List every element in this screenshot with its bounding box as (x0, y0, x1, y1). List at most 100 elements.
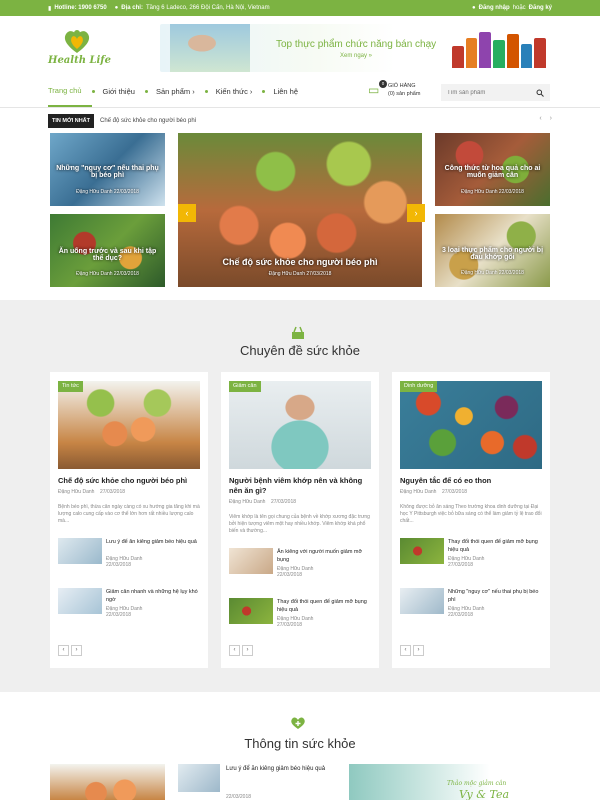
related-thumb (400, 588, 444, 614)
nav-separator (262, 90, 266, 93)
nav-separator (204, 90, 208, 93)
related-thumb (229, 598, 273, 624)
tile-left-bottom[interactable]: Ăn uống trước và sau khi tập thể dục? Đặ… (50, 214, 165, 287)
nav-contact[interactable]: Liên hệ (273, 76, 308, 107)
card-meta: Đặng Hữu Danh 27/03/2018 (400, 489, 468, 495)
nav-products[interactable]: Sản phẩm › (156, 76, 205, 107)
logo-text: Health Life (48, 55, 111, 66)
related-item[interactable]: Lưu ý để ăn kiêng giảm béo hiệu quả Đặng… (58, 538, 202, 568)
phone-icon: ▮ (48, 5, 52, 12)
related-title: Những "nguy cơ" nếu thai phụ bị béo phì (448, 589, 539, 603)
tile-right-top[interactable]: Công thức từ hoa quả cho ai muốn giảm câ… (435, 133, 550, 206)
category-badge[interactable]: Giảm cân (229, 381, 261, 392)
banner-image (170, 24, 250, 72)
tile-meta: Đặng Hữu Danh 22/03/2018 (461, 270, 524, 276)
related-meta: Đặng Hữu Danh 27/03/2018 (448, 556, 485, 568)
address: ● Địa chỉ: Tầng 6 Ladeco, 266 Đội Cấn, Hà … (114, 5, 270, 11)
slider-prev-icon[interactable]: ‹ (178, 204, 196, 222)
tile-right-bottom[interactable]: 3 loại thực phẩm cho người bị đau khớp g… (435, 214, 550, 287)
related-thumb (58, 538, 102, 564)
ad-text-1: Thảo mộc giảm cân (447, 780, 507, 787)
ticker-next-icon[interactable]: › (550, 115, 552, 122)
tile-title: Ăn uống trước và sau khi tập thể dục? (58, 248, 157, 262)
related-item[interactable]: Ăn kiêng với người muốn giảm mỡ bụng Đặn… (229, 548, 373, 578)
card-prev-icon[interactable]: ‹ (400, 645, 411, 656)
search-icon[interactable] (536, 89, 544, 97)
register-link[interactable]: Đăng ký (529, 5, 552, 11)
promo-banner[interactable]: Top thực phẩm chức năng bán chạy Xem nga… (160, 24, 552, 72)
tile-meta: Đặng Hữu Danh 22/03/2018 (461, 189, 524, 195)
topic-card: Dinh dưỡng Nguyên tắc để có eo thon Đặng… (392, 372, 550, 668)
basket-icon (292, 326, 304, 339)
card-prev-icon[interactable]: ‹ (229, 645, 240, 656)
banner-link[interactable]: Xem ngay » (340, 53, 372, 59)
logo[interactable]: Health Life (48, 23, 128, 69)
nav-separator (91, 90, 95, 93)
card-excerpt: Không được bỏ ăn sáng Theo trường khoa d… (400, 504, 542, 524)
related-meta: Đặng Hữu Danh 22/03/2018 (106, 556, 143, 568)
card-image[interactable] (58, 381, 200, 469)
ticker-prev-icon[interactable]: ‹ (539, 115, 541, 122)
card-title[interactable]: Chế độ sức khỏe cho người béo phì (58, 476, 200, 486)
main-nav: Trang chủ Giới thiệu Sản phẩm › Kiến thứ… (0, 76, 600, 108)
related-title: Giảm cân nhanh và những hệ lụy khó ngờ (106, 589, 198, 603)
card-next-icon[interactable]: › (413, 645, 424, 656)
hotline[interactable]: ▮ Hotline: 1900 6750 (48, 5, 107, 12)
cart-count: 0 (379, 80, 387, 88)
top-bar: ▮ Hotline: 1900 6750 ● Địa chỉ: Tầng 6 Lade… (0, 0, 600, 16)
nav-knowledge[interactable]: Kiến thức › (216, 76, 263, 107)
login-link[interactable]: Đăng nhập (479, 5, 510, 11)
health-topics-section: Chuyên đề sức khỏe Tin tức Chế độ sức kh… (0, 300, 600, 692)
news-item-title[interactable]: Lưu ý để ăn kiêng giảm béo hiệu quả (226, 765, 336, 773)
category-badge[interactable]: Dinh dưỡng (400, 381, 438, 392)
card-excerpt: Bệnh béo phì, thừa cân ngày càng có xu h… (58, 504, 200, 524)
related-item[interactable]: Những "nguy cơ" nếu thai phụ bị béo phì … (400, 588, 544, 618)
location-pin-icon: ● (114, 5, 119, 11)
card-title[interactable]: Người bệnh viêm khớp nên và không nên ăn… (229, 476, 371, 496)
heart-logo-icon (64, 30, 90, 53)
topic-card: Giảm cân Người bệnh viêm khớp nên và khô… (221, 372, 379, 668)
header: Health Life Top thực phẩm chức năng bán … (0, 16, 600, 76)
tile-title: Công thức từ hoa quả cho ai muốn giảm câ… (444, 165, 541, 179)
slider-next-icon[interactable]: › (407, 204, 425, 222)
cart[interactable]: ▭ 0 GIỎ HÀNG (0) sản phẩm (368, 80, 421, 98)
card-meta: Đặng Hữu Danh 27/03/2018 (229, 499, 297, 505)
cart-icon: ▭ 0 (368, 80, 387, 97)
card-prev-icon[interactable]: ‹ (58, 645, 69, 656)
nav-separator (144, 90, 148, 93)
tile-meta: Đặng Hữu Danh 22/03/2018 (76, 271, 139, 277)
search-box (441, 84, 550, 101)
cart-subtitle: (0) sản phẩm (388, 91, 421, 97)
tile-meta: Đặng Hữu Danh 22/03/2018 (76, 189, 139, 195)
card-title[interactable]: Nguyên tắc để có eo thon (400, 476, 542, 486)
tile-title: 3 loại thực phẩm cho người bị đau khớp g… (441, 247, 544, 261)
section-title: Chuyên đề sức khỏe (240, 343, 360, 358)
tile-center-featured[interactable]: Chế độ sức khỏe cho người béo phì Đặng H… (178, 133, 422, 287)
card-image[interactable] (229, 381, 371, 469)
news-thumb[interactable] (178, 764, 220, 792)
related-thumb (400, 538, 444, 564)
card-excerpt: Viêm khớp là tên gọi chung của bệnh về k… (229, 514, 370, 534)
ticker-text[interactable]: Chế độ sức khỏe cho người béo phì (100, 118, 196, 124)
heart-plus-icon (291, 717, 305, 729)
ticker-label: TIN MỚI NHẤT (48, 114, 94, 128)
related-item[interactable]: Giảm cân nhanh và những hệ lụy khó ngờ Đ… (58, 588, 202, 618)
related-thumb (58, 588, 102, 614)
related-meta: Đặng Hữu Danh 22/03/2018 (448, 606, 485, 618)
related-item[interactable]: Thay đổi thói quen để giảm mỡ bụng hiệu … (400, 538, 544, 568)
news-image[interactable] (50, 764, 165, 800)
category-badge[interactable]: Tin tức (58, 381, 83, 392)
card-next-icon[interactable]: › (71, 645, 82, 656)
card-image[interactable] (400, 381, 542, 469)
related-item[interactable]: Thay đổi thói quen để giảm mỡ bụng hiệu … (229, 598, 373, 628)
search-input[interactable] (447, 89, 527, 96)
nav-about[interactable]: Giới thiệu (103, 76, 145, 107)
nav-home[interactable]: Trang chủ (48, 76, 92, 107)
card-next-icon[interactable]: › (242, 645, 253, 656)
news-item-date: 22/03/2018 (226, 794, 252, 800)
tile-left-top[interactable]: Những "nguy cơ" nếu thai phụ bị béo phì … (50, 133, 165, 206)
account-links: ● Đăng nhập hoặc Đăng ký (472, 5, 552, 11)
related-title: Thay đổi thói quen để giảm mỡ bụng hiệu … (448, 539, 538, 553)
related-title: Ăn kiêng với người muốn giảm mỡ bụng (277, 549, 363, 563)
ad-banner[interactable]: Thảo mộc giảm cân Vy & Tea (349, 764, 550, 800)
